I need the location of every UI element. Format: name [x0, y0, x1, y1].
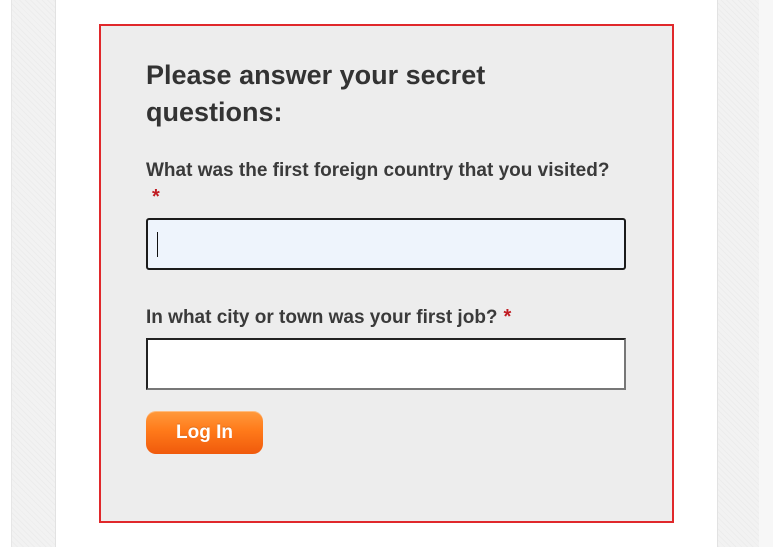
right-background-edge	[759, 0, 773, 547]
form-heading: Please answer your secret questions:	[146, 60, 486, 127]
required-marker-2: *	[503, 306, 512, 328]
secret-questions-form: Please answer your secret questions: Wha…	[99, 24, 674, 523]
question-1-answer-input[interactable]	[146, 218, 626, 270]
required-marker-1: *	[152, 186, 160, 208]
text-caret	[157, 232, 158, 257]
left-background-edge	[0, 0, 12, 547]
log-in-button[interactable]: Log In	[146, 411, 263, 454]
question-1-text: What was the first foreign country that …	[146, 160, 610, 181]
question-2-text: In what city or town was your first job?	[146, 307, 498, 328]
question-2-label: In what city or town was your first job?…	[146, 304, 616, 331]
question-2-answer-input[interactable]	[146, 338, 626, 390]
question-1-label: What was the first foreign country that …	[146, 157, 616, 211]
